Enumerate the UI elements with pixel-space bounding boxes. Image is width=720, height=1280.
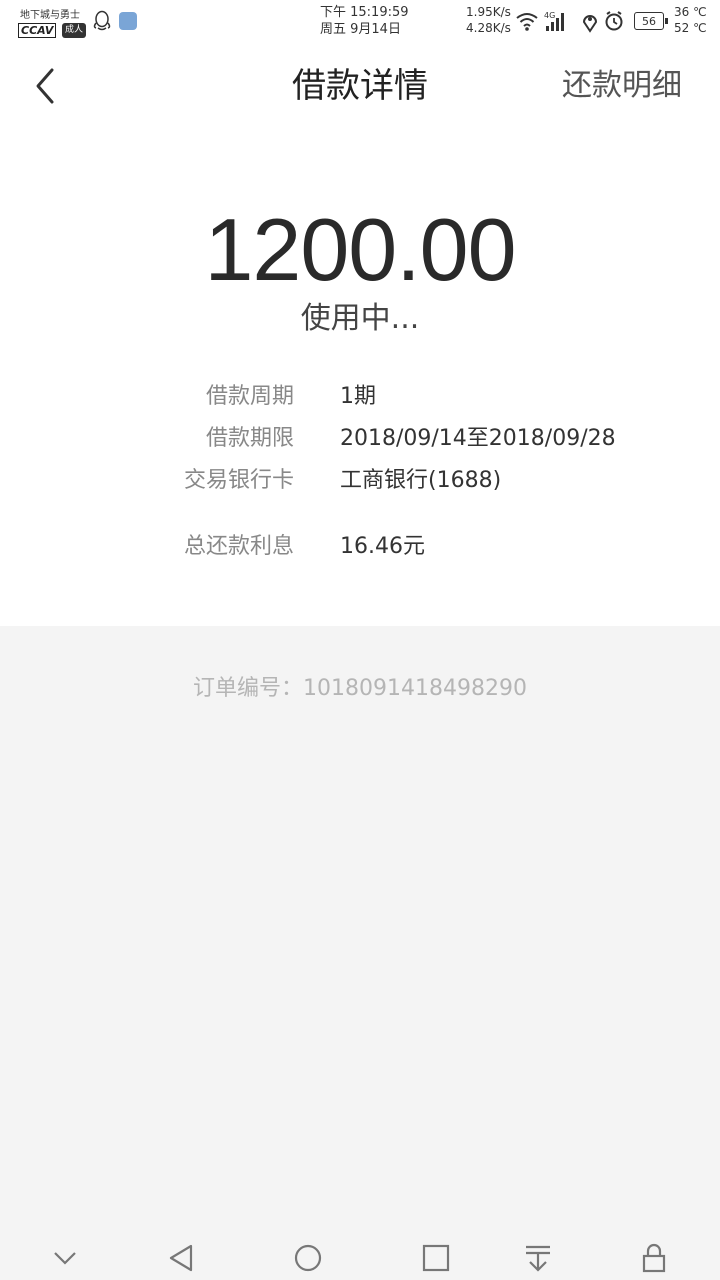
- temperature: 36 ℃ 52 ℃: [674, 4, 707, 36]
- interest-value: 16.46元: [340, 534, 425, 559]
- detail-row-period: 借款周期 1期: [0, 381, 720, 413]
- status-bar: 地下城与勇士 CCAV 成人 下午 15:19:59 周五 9月14日 1.95…: [0, 0, 720, 48]
- footer-area: [0, 626, 720, 1236]
- order-number: 订单编号：1018091418498290: [193, 676, 527, 701]
- chevron-down-icon[interactable]: [47, 1242, 83, 1274]
- battery-icon: 56: [634, 12, 668, 30]
- repayment-detail-link[interactable]: 还款明细: [562, 66, 682, 106]
- status-time: 下午 15:19:59: [320, 5, 409, 20]
- detail-label: 借款周期: [205, 384, 294, 409]
- status-date: 周五 9月14日: [320, 22, 401, 37]
- lock-icon[interactable]: [636, 1242, 672, 1274]
- detail-row-term: 借款期限 2018/09/14至2018/09/28: [0, 423, 720, 455]
- loan-status: 使用中...: [300, 301, 420, 336]
- recents-square-icon[interactable]: [418, 1242, 454, 1274]
- detail-value: 1期: [340, 384, 376, 409]
- detail-row-bank-card: 交易银行卡 工商银行(1688): [0, 465, 720, 497]
- detail-value: 工商银行(1688): [340, 468, 502, 493]
- system-nav-bar: [0, 1236, 720, 1280]
- qq-icon: [93, 10, 111, 31]
- wifi-icon: [516, 13, 538, 31]
- loan-amount: 1200.00: [204, 200, 516, 299]
- detail-row-interest: 总还款利息 16.46元: [0, 531, 720, 563]
- net-up: 1.95K/s: [466, 5, 511, 19]
- detail-label: 借款期限: [205, 426, 294, 451]
- app-header: 借款详情 还款明细: [0, 48, 720, 128]
- home-circle-icon[interactable]: [290, 1242, 326, 1274]
- back-triangle-icon[interactable]: [163, 1242, 199, 1274]
- logo-text: 地下城与勇士: [20, 10, 80, 21]
- game-logo: 地下城与勇士 CCAV 成人: [18, 6, 86, 40]
- detail-label: 交易银行卡: [183, 468, 294, 493]
- net-down: 4.28K/s: [466, 21, 511, 35]
- pull-down-icon[interactable]: [520, 1242, 556, 1274]
- detail-value: 2018/09/14至2018/09/28: [340, 426, 616, 451]
- status-clock: 下午 15:19:59 周五 9月14日: [320, 4, 409, 38]
- network-type-label: 4G: [544, 11, 555, 20]
- location-icon: [582, 15, 598, 33]
- logo-brand: CCAV: [18, 23, 57, 38]
- logo-badge: 成人: [62, 23, 86, 38]
- interest-label: 总还款利息: [183, 534, 294, 559]
- status-icons: 4G: [516, 11, 623, 33]
- network-speed: 1.95K/s 4.28K/s: [466, 4, 511, 36]
- temp-2: 52 ℃: [674, 21, 707, 35]
- alarm-icon: [605, 11, 623, 31]
- app-icon: [119, 12, 137, 30]
- temp-1: 36 ℃: [674, 5, 707, 19]
